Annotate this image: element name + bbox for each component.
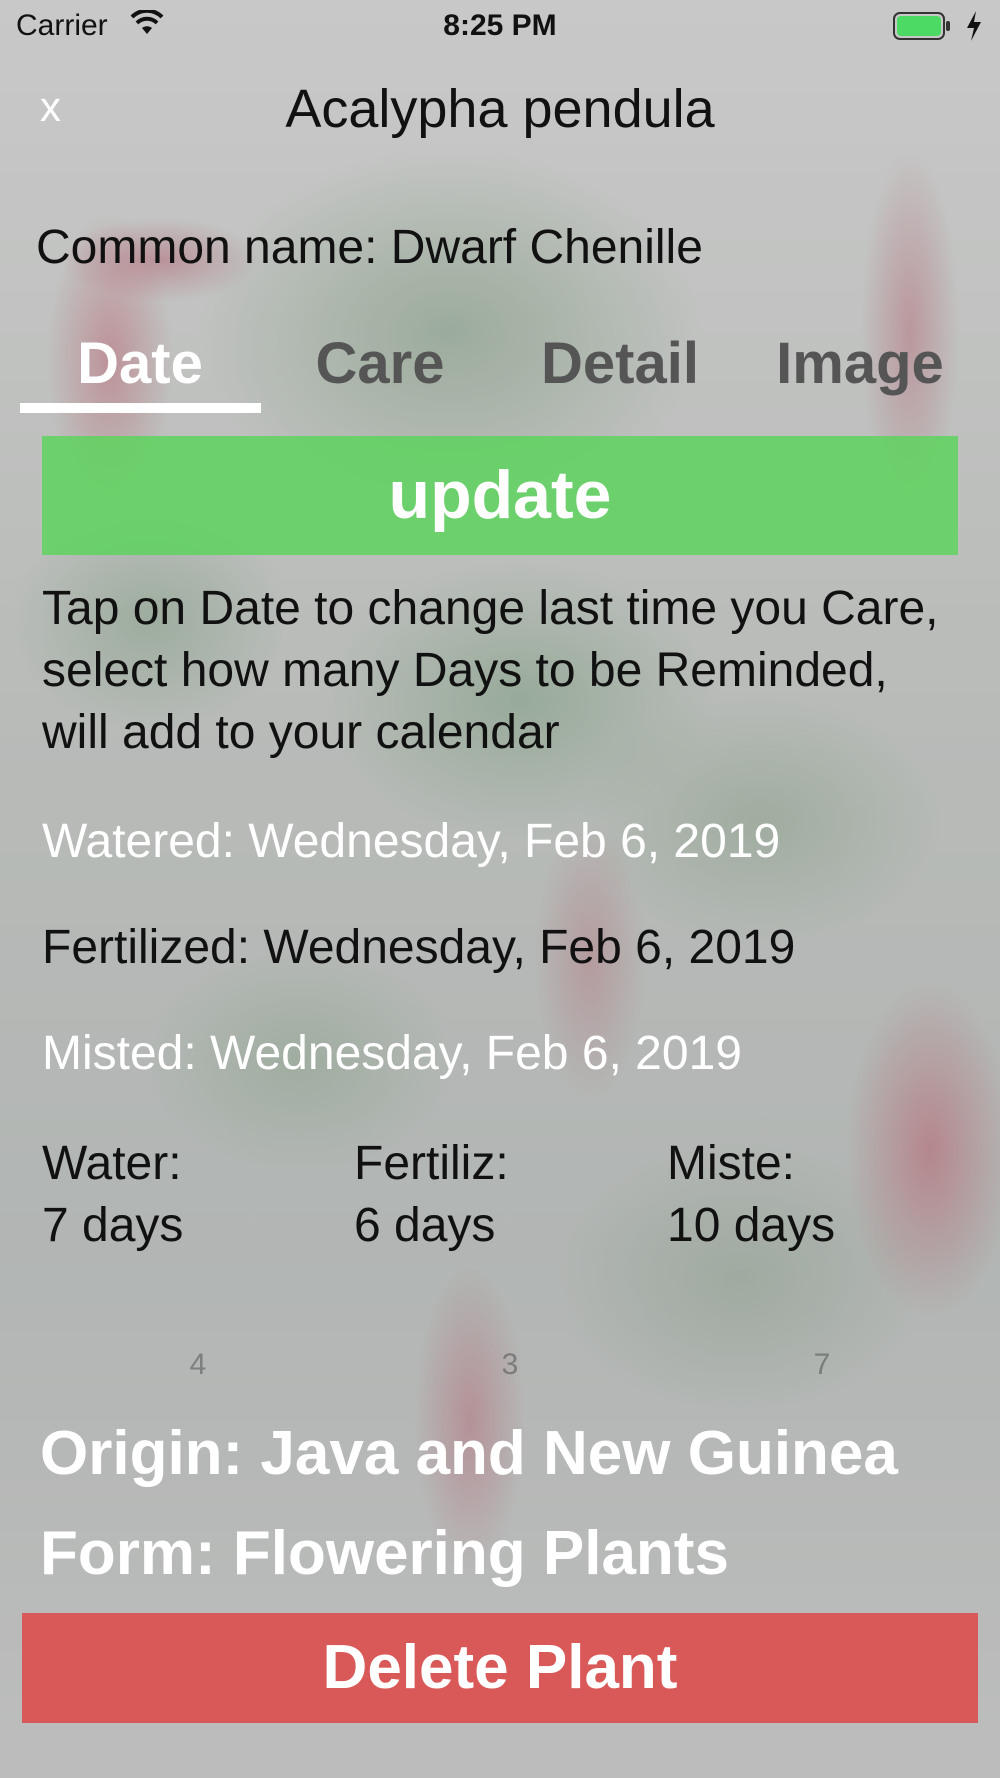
fertilize-days-picker[interactable]: 3 bbox=[480, 1348, 540, 1382]
page-title: Acalypha pendula bbox=[285, 79, 715, 139]
update-button[interactable]: update bbox=[42, 436, 958, 555]
mist-interval-label: Miste: bbox=[667, 1137, 796, 1190]
instructions-text: Tap on Date to change last time you Care… bbox=[42, 582, 939, 759]
origin-label: Origin: Java and New Guinea bbox=[40, 1419, 898, 1488]
watered-date[interactable]: Watered: Wednesday, Feb 6, 2019 bbox=[42, 814, 780, 869]
common-name-label: Common name: Dwarf Chenille bbox=[36, 221, 703, 274]
tab-date[interactable]: Date bbox=[20, 330, 260, 397]
misted-date[interactable]: Misted: Wednesday, Feb 6, 2019 bbox=[42, 1026, 742, 1081]
status-time: 8:25 PM bbox=[443, 9, 557, 42]
tab-image[interactable]: Image bbox=[750, 330, 970, 397]
tab-detail[interactable]: Detail bbox=[510, 330, 730, 397]
charging-bolt-icon bbox=[966, 11, 982, 46]
mist-interval[interactable]: Miste: 10 days bbox=[667, 1133, 835, 1257]
water-interval-value: 7 days bbox=[42, 1199, 184, 1252]
tab-care[interactable]: Care bbox=[270, 330, 490, 397]
delete-plant-button[interactable]: Delete Plant bbox=[22, 1613, 978, 1723]
fertilize-interval[interactable]: Fertiliz: 6 days bbox=[354, 1133, 509, 1257]
water-interval[interactable]: Water: 7 days bbox=[42, 1133, 183, 1257]
mist-days-picker[interactable]: 7 bbox=[792, 1348, 852, 1382]
status-bar: Carrier 8:25 PM bbox=[0, 0, 1000, 54]
mist-interval-value: 10 days bbox=[667, 1199, 836, 1252]
water-days-picker[interactable]: 4 bbox=[168, 1348, 228, 1382]
fertilize-interval-label: Fertiliz: bbox=[354, 1137, 509, 1190]
form-label: Form: Flowering Plants bbox=[40, 1519, 729, 1588]
active-tab-indicator bbox=[20, 403, 261, 413]
fertilize-interval-value: 6 days bbox=[354, 1199, 496, 1252]
battery-icon bbox=[893, 12, 951, 40]
fertilized-date[interactable]: Fertilized: Wednesday, Feb 6, 2019 bbox=[42, 920, 795, 975]
water-interval-label: Water: bbox=[42, 1137, 182, 1190]
